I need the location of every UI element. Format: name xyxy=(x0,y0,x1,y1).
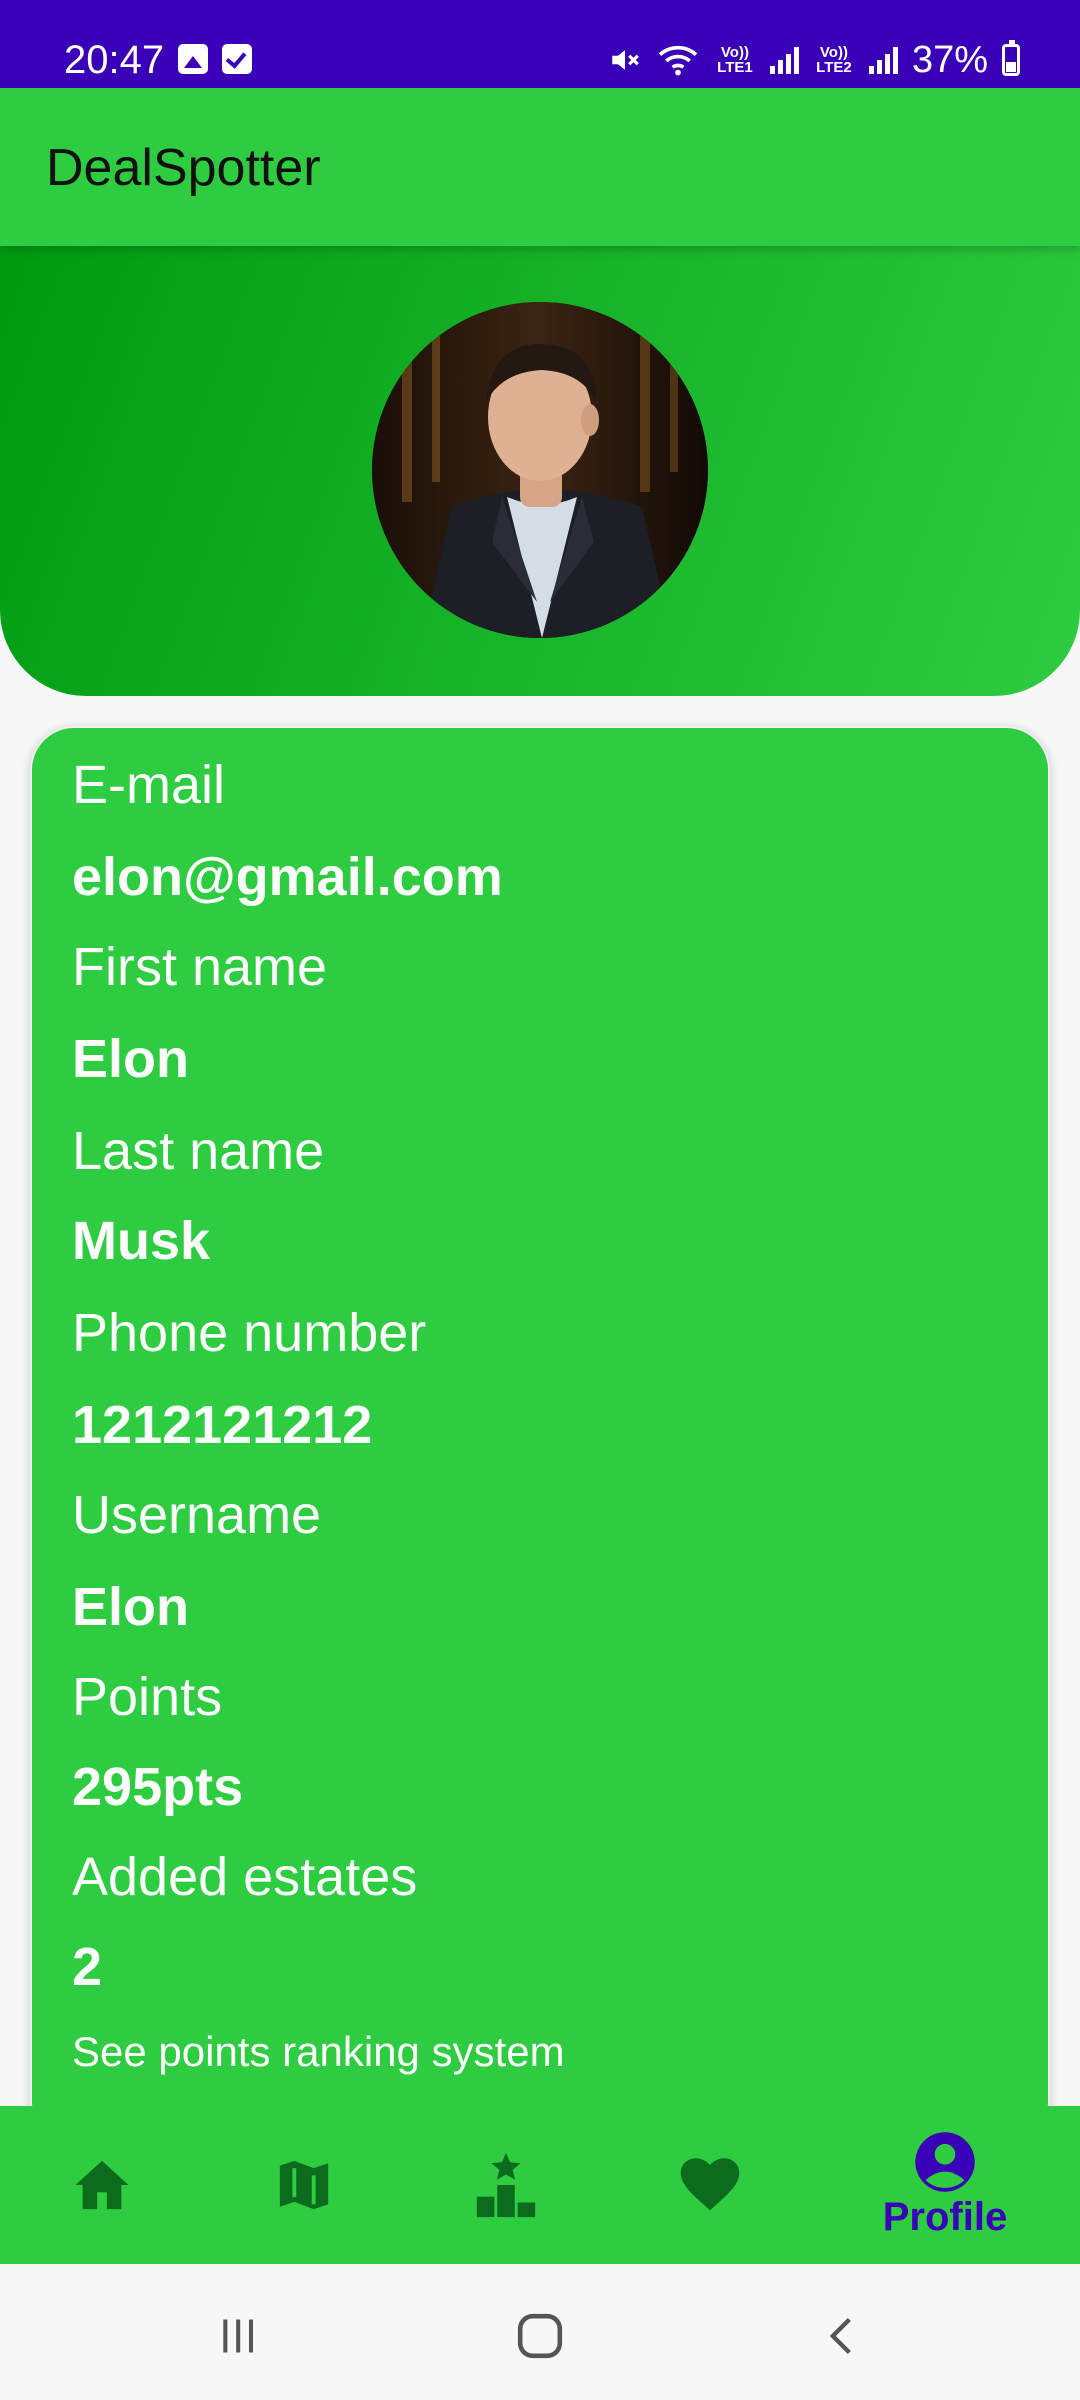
back-button[interactable] xyxy=(812,2306,872,2366)
signal-sim1-icon xyxy=(769,46,799,74)
profile-info-card: E-mail elon@gmail.com First name Elon La… xyxy=(30,726,1050,2146)
nav-profile-label: Profile xyxy=(882,2194,1008,2239)
lte1-indicator: Vo)) LTE1 xyxy=(717,44,753,76)
nav-favorites[interactable] xyxy=(640,2106,780,2264)
checkbox-icon xyxy=(222,44,252,74)
username-label: Username xyxy=(72,1485,322,1545)
home-icon xyxy=(75,2160,129,2210)
lte2-indicator: Vo)) LTE2 xyxy=(816,44,852,76)
wifi-icon xyxy=(658,45,698,76)
email-value: elon@gmail.com xyxy=(72,847,503,907)
last-name-value: Musk xyxy=(72,1211,211,1271)
nav-map[interactable] xyxy=(234,2106,374,2264)
avatar-photo xyxy=(372,302,708,638)
leaderboard-icon xyxy=(476,2152,536,2218)
status-time: 20:47 xyxy=(64,38,165,82)
profile-avatar xyxy=(372,302,708,638)
first-name-label: First name xyxy=(72,937,328,997)
recent-apps-icon xyxy=(223,2319,254,2353)
app-title: DealSpotter xyxy=(46,139,321,197)
phone-label: Phone number xyxy=(72,1303,427,1363)
system-navigation-bar xyxy=(0,2264,1080,2400)
signal-sim2-icon xyxy=(868,46,898,74)
points-value: 295pts xyxy=(72,1757,244,1817)
username-value: Elon xyxy=(72,1577,189,1637)
battery-percentage: 37% xyxy=(911,39,988,81)
status-right-icons: Vo)) LTE1 Vo)) LTE2 37% xyxy=(608,36,1020,84)
battery-icon xyxy=(1002,40,1020,76)
status-bar: 20:47 Vo)) LTE1 Vo)) LTE2 37% xyxy=(0,0,1080,88)
added-estates-value: 2 xyxy=(72,1937,103,1997)
home-button[interactable] xyxy=(510,2306,570,2366)
points-label: Points xyxy=(72,1667,223,1727)
gallery-icon xyxy=(178,44,208,74)
account-circle-icon xyxy=(915,2131,975,2192)
points-ranking-link[interactable]: See points ranking system xyxy=(72,2028,565,2076)
phone-value: 1212121212 xyxy=(72,1395,373,1455)
nav-home[interactable] xyxy=(32,2106,172,2264)
status-left-icons xyxy=(178,44,252,74)
mute-icon xyxy=(612,50,639,70)
home-rounded-square-icon xyxy=(517,2313,563,2359)
nav-leaderboard[interactable] xyxy=(436,2106,576,2264)
last-name-label: Last name xyxy=(72,1121,325,1181)
map-icon xyxy=(279,2160,329,2210)
email-label: E-mail xyxy=(72,755,226,815)
first-name-value: Elon xyxy=(72,1029,189,1089)
app-bar: DealSpotter xyxy=(0,88,1080,246)
recent-apps-button[interactable] xyxy=(208,2306,268,2366)
heart-icon xyxy=(680,2158,740,2211)
added-estates-label: Added estates xyxy=(72,1847,418,1907)
nav-profile[interactable]: Profile xyxy=(875,2106,1015,2264)
back-chevron-icon xyxy=(829,2317,851,2355)
bottom-navigation: Profile xyxy=(0,2106,1080,2264)
